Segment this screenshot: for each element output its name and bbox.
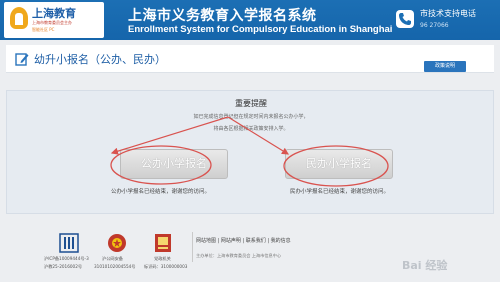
annotation-circle: [283, 145, 389, 187]
public-security-record: 沪公网安备: [102, 256, 123, 261]
icp-record-number: 沪ICP备10009444号-3: [44, 256, 89, 261]
police-emblem-icon[interactable]: [106, 232, 128, 254]
icp-badge-icon[interactable]: [58, 232, 80, 254]
public-security-record-2: 31010102004554号: [94, 264, 136, 269]
footer-links[interactable]: 网站地图 | 网站声明 | 联系我们 | 我的信息: [196, 237, 291, 244]
footer-divider: [192, 232, 193, 262]
government-badge-label: 党政机关: [154, 256, 171, 261]
footer-address: 主办单位：上海市教育委员会 上海市信息中心: [196, 253, 282, 258]
annotation-arrow: [227, 116, 290, 155]
annotation-arrow: [110, 116, 229, 155]
government-badge-code: 标识码：3100000003: [144, 264, 188, 269]
icp-record-number-2: 沪教25-2016002号: [44, 264, 83, 269]
government-badge-icon[interactable]: [152, 232, 174, 254]
watermark: Bai 经验: [402, 259, 448, 272]
annotation-circle: [110, 145, 212, 185]
